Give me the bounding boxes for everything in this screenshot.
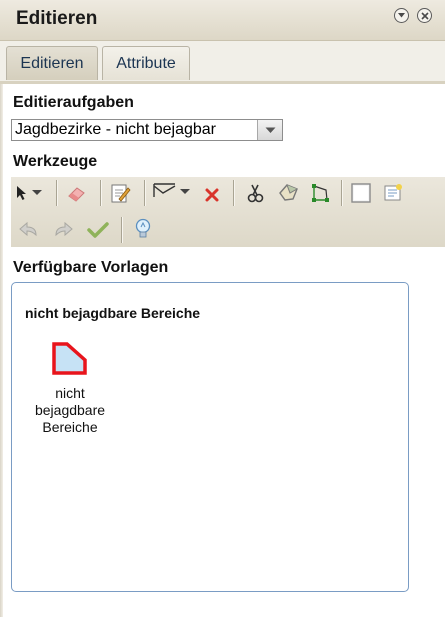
info-bulb-icon[interactable] [131, 217, 155, 241]
line-tool-icon[interactable] [151, 180, 195, 204]
attributes-icon[interactable] [381, 181, 405, 205]
templates-heading: Verfügbare Vorlagen [13, 259, 169, 276]
panel-title: Editieren [16, 8, 98, 29]
tab-attribute[interactable]: Attribute [102, 46, 190, 80]
delete-icon[interactable] [200, 183, 224, 207]
edit-task-selected-value: Jagdbezirke - nicht bejagbar [15, 121, 217, 138]
undo-icon[interactable] [17, 218, 41, 242]
eraser-icon[interactable] [65, 181, 89, 205]
vertex-edit-icon[interactable] [308, 181, 332, 205]
cut-icon[interactable] [243, 181, 267, 205]
edit-tasks-heading: Editieraufgaben [13, 94, 134, 111]
circle-chevron-down-icon[interactable] [394, 8, 409, 23]
tab-editieren[interactable]: Editieren [6, 46, 98, 80]
select-arrow-icon[interactable] [13, 181, 49, 205]
tools-heading: Werkzeuge [13, 153, 98, 170]
template-group-title: nicht bejagdbare Bereiche [25, 305, 201, 321]
chevron-down-icon[interactable] [257, 120, 282, 140]
tab-strip: Editieren Attribute [0, 41, 445, 84]
edit-task-select[interactable]: Jagdbezirke - nicht bejagbar [11, 119, 283, 141]
frame-icon[interactable] [349, 181, 373, 205]
templates-panel: nicht bejagdbare Bereiche nicht bejagdba… [11, 282, 409, 592]
circle-x-icon[interactable] [417, 8, 432, 23]
reshape-icon[interactable] [276, 181, 300, 205]
polygon-symbol-icon [51, 341, 89, 382]
edit-note-icon[interactable] [108, 181, 132, 205]
panel-titlebar: Editieren [0, 0, 445, 41]
apply-icon[interactable] [86, 218, 110, 242]
panel-left-edge [0, 84, 3, 617]
redo-icon[interactable] [51, 218, 75, 242]
template-item[interactable]: nicht bejagdbare Bereiche [28, 339, 112, 449]
edit-toolbar [11, 177, 445, 247]
template-item-label: nicht bejagdbare Bereiche [34, 385, 106, 435]
